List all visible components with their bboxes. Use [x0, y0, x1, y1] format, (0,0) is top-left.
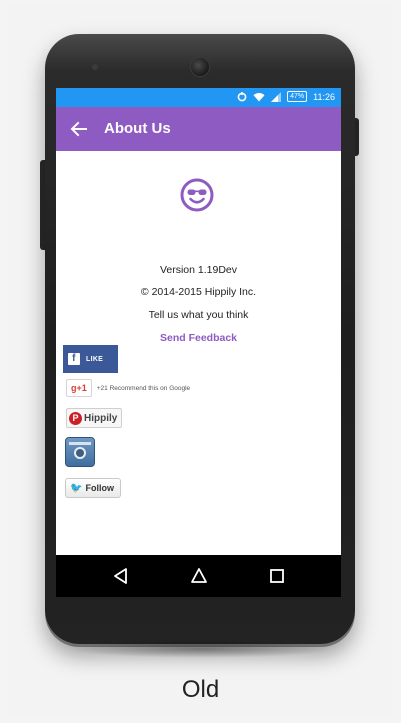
caption-label: Old	[181, 676, 220, 703]
send-feedback-link[interactable]: Send Feedback	[56, 332, 341, 344]
google-plus-count-text: +21 Recommend this on Google	[96, 384, 191, 392]
version-text: Version 1.19Dev	[159, 264, 238, 276]
status-bar: 47% 11:26	[56, 88, 341, 107]
pinterest-icon: P	[69, 411, 82, 425]
back-arrow-icon[interactable]	[68, 118, 90, 140]
wifi-icon	[253, 92, 265, 101]
nav-back-icon[interactable]	[111, 566, 131, 586]
phone-sensor	[92, 64, 98, 70]
nav-home-icon[interactable]	[189, 566, 209, 586]
pinterest-button[interactable]: P Hippily	[66, 408, 123, 428]
smiley-sunglasses-logo-icon	[180, 178, 214, 212]
copyright-text: © 2014-2015 Hippily Inc.	[140, 286, 257, 298]
nav-recents-icon[interactable]	[267, 566, 287, 586]
google-plus-row: g+1 +21 Recommend this on Google	[66, 379, 190, 397]
app-bar: About Us	[56, 107, 341, 151]
battery-icon: 47%	[287, 91, 308, 102]
battery-level: 47%	[290, 93, 305, 100]
signal-icon	[271, 91, 282, 102]
sync-icon	[237, 91, 247, 101]
google-plus-button[interactable]: g+1	[66, 379, 92, 397]
twitter-bird-icon: 🐦	[70, 482, 83, 494]
instagram-icon[interactable]	[65, 437, 95, 467]
facebook-like-button[interactable]: f LIKE	[63, 345, 118, 373]
pinterest-label: Hippily	[84, 412, 118, 424]
facebook-like-label: LIKE	[86, 355, 104, 363]
feedback-prompt: Tell us what you think	[148, 309, 249, 321]
phone-shadow	[70, 640, 332, 658]
navigation-bar	[56, 555, 341, 597]
clock: 11:26	[313, 91, 335, 102]
facebook-icon: f	[68, 353, 80, 365]
phone-screen: 47% 11:26 About Us Version 1.19Dev © 201…	[56, 88, 341, 555]
front-camera	[190, 57, 210, 77]
twitter-follow-button[interactable]: 🐦 Follow	[65, 478, 121, 498]
page-title: About Us	[104, 120, 171, 137]
twitter-follow-label: Follow	[85, 483, 114, 493]
